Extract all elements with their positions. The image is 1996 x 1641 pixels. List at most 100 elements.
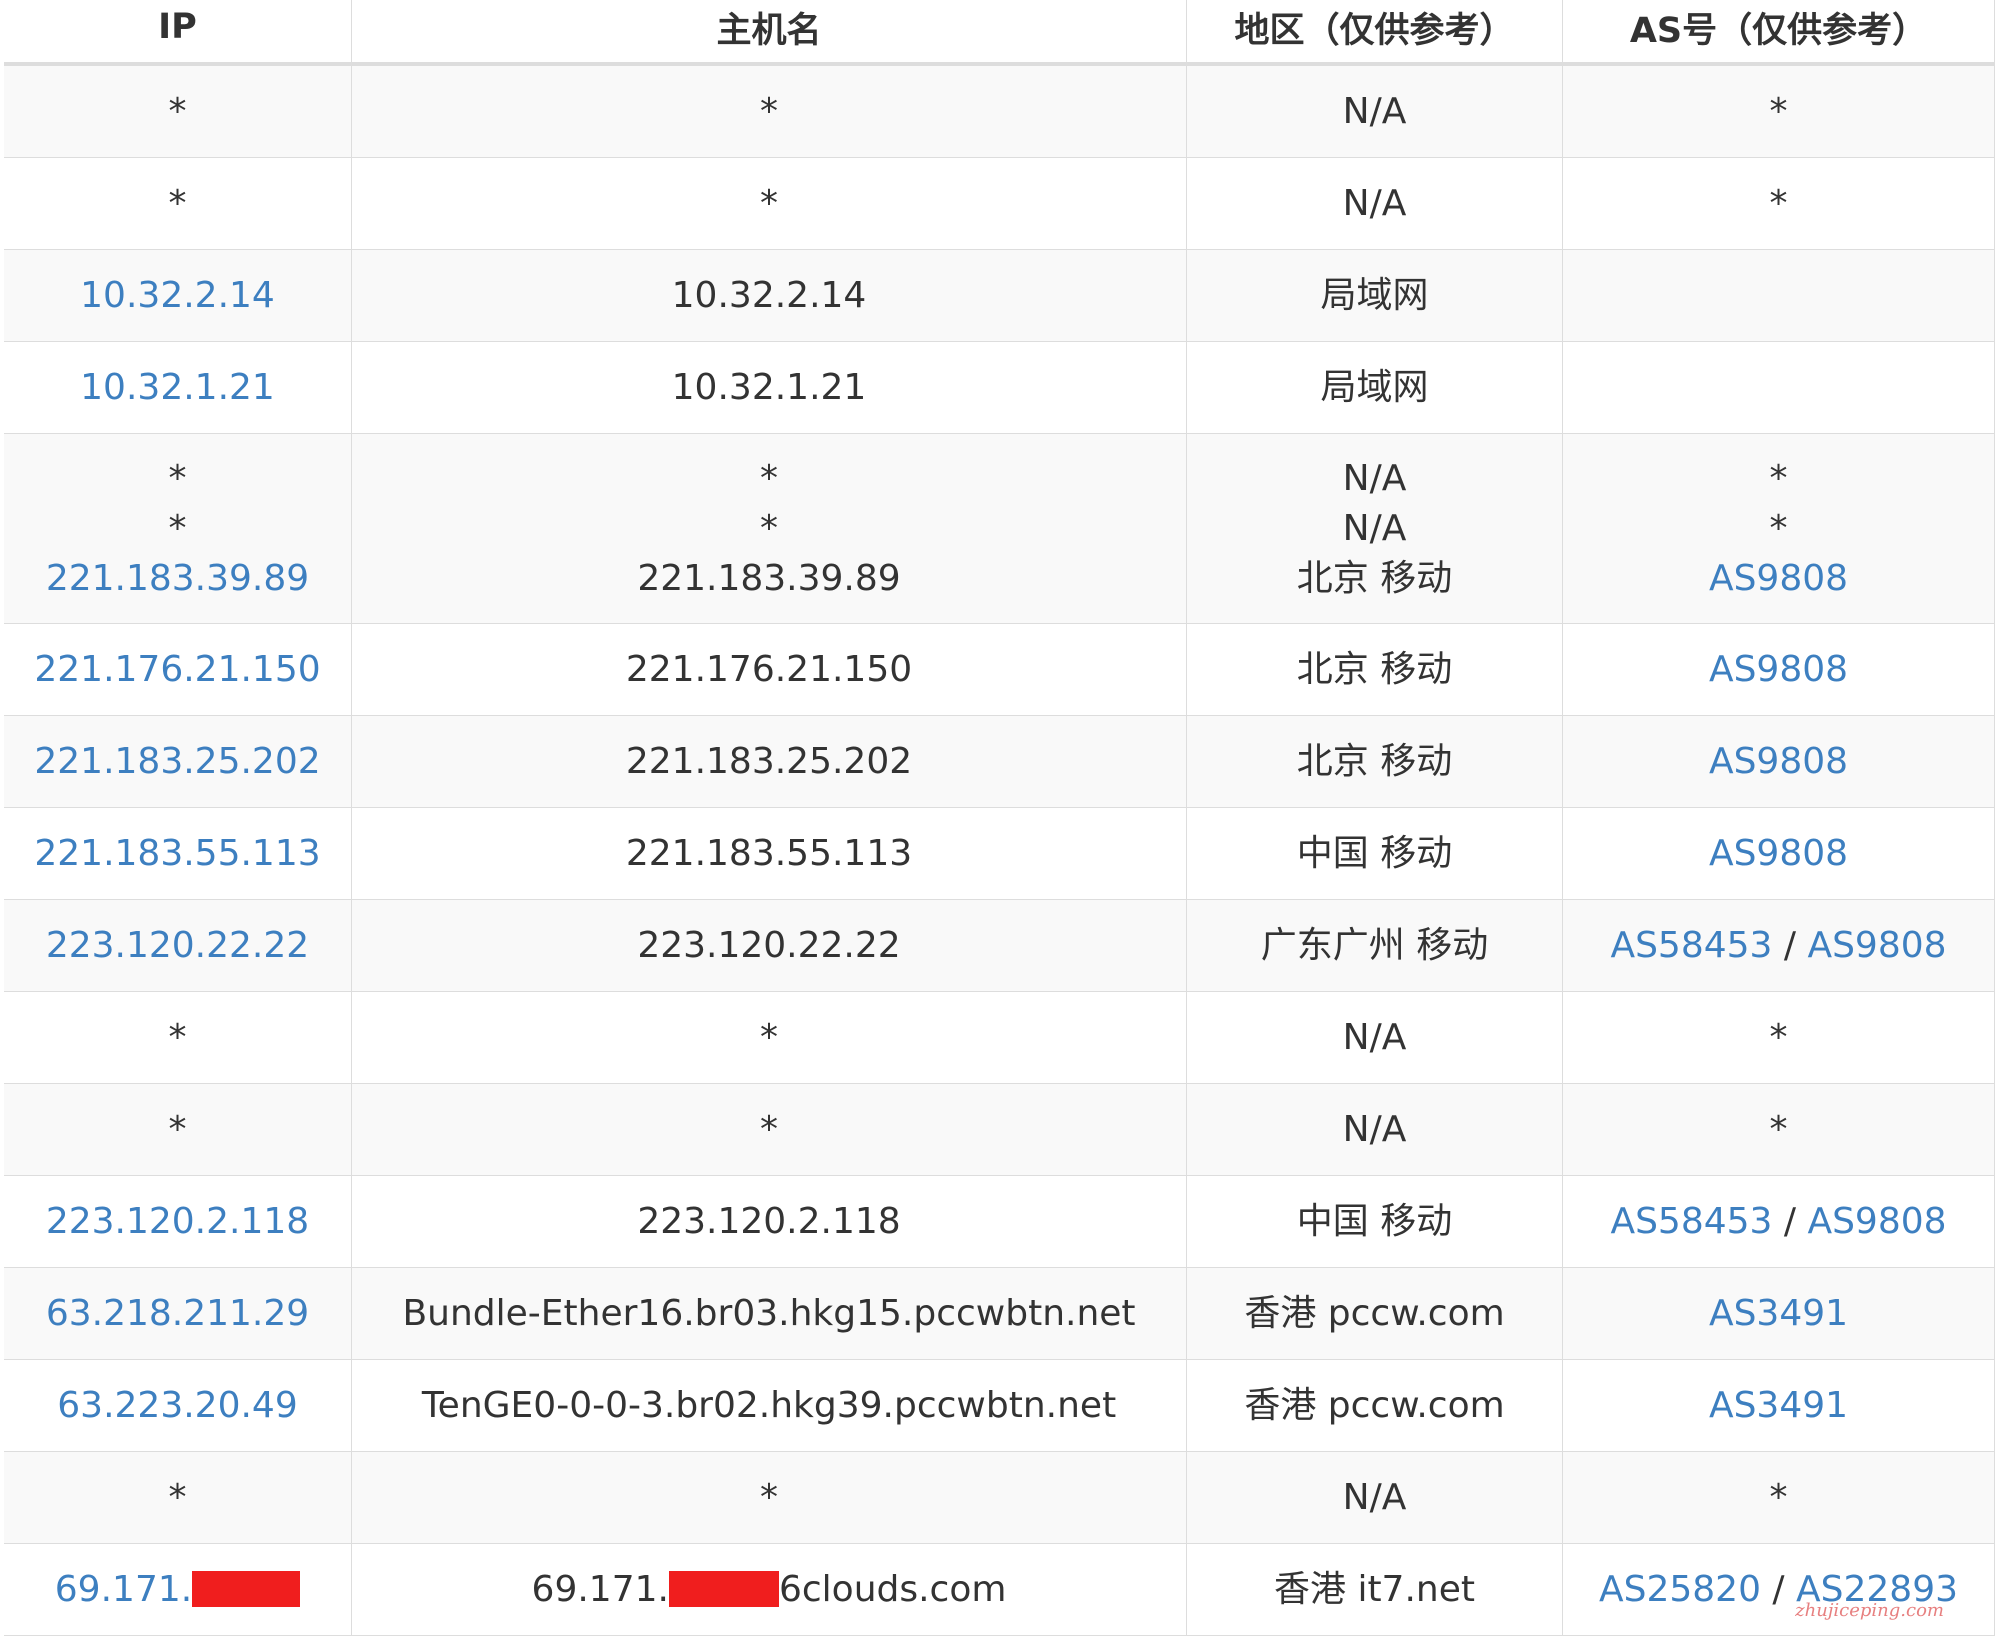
as-link[interactable]: AS9808 xyxy=(1709,833,1848,874)
as-number-cell: * xyxy=(1562,991,1995,1084)
ip-text: * xyxy=(168,90,187,132)
region-text: N/A xyxy=(1342,182,1407,224)
table-row: * * N/A * xyxy=(4,1083,1995,1176)
as-line: AS9808 xyxy=(1564,554,1994,604)
ip-link[interactable]: 221.183.39.89 xyxy=(4,554,351,604)
table-row: * * N/A * xyxy=(4,991,1995,1084)
as-line: * xyxy=(1564,1473,1994,1523)
ip-text: * xyxy=(168,457,187,499)
region-text: 局域网 xyxy=(1320,274,1429,316)
as-line: AS25820 / AS22893 xyxy=(1564,1565,1994,1615)
region-text: 局域网 xyxy=(1320,366,1429,408)
as-separator: / xyxy=(1772,1200,1808,1242)
as-link[interactable]: AS3491 xyxy=(1709,1385,1848,1426)
as-line: AS9808 xyxy=(1564,645,1994,695)
ip-cell: 223.120.22.22 xyxy=(4,899,352,992)
hostname-cell: 69.171. 6clouds.com xyxy=(351,1543,1187,1636)
ip-link[interactable]: 10.32.1.21 xyxy=(4,363,351,413)
as-link[interactable]: AS58453 xyxy=(1610,925,1772,966)
as-line: AS58453 / AS9808 xyxy=(1564,1197,1994,1247)
ip-cell: 63.218.211.29 xyxy=(4,1267,352,1360)
traceroute-table: IP 主机名 地区（仅供参考） AS号（仅供参考） * * N/A * * * N/A * 10… xyxy=(4,0,1995,1636)
table-row: 10.32.2.14 10.32.2.14 局域网 xyxy=(4,249,1995,342)
ip-text: * xyxy=(168,1476,187,1518)
hostname-text: 221.183.25.202 xyxy=(625,740,913,782)
table-header-row: IP 主机名 地区（仅供参考） AS号（仅供参考） xyxy=(4,0,1995,66)
ip-link[interactable]: 10.32.2.14 xyxy=(4,271,351,321)
ip-link[interactable]: 221.183.25.202 xyxy=(4,737,351,787)
header-region: 地区（仅供参考） xyxy=(1186,0,1563,66)
ip-link[interactable]: 63.218.211.29 xyxy=(4,1289,351,1339)
table-row: 221.176.21.150 221.176.21.150 北京 移动 AS9808 xyxy=(4,623,1995,716)
as-text: * xyxy=(1769,457,1788,499)
region-cell: 中国 移动 xyxy=(1186,807,1563,900)
region-cell: 广东广州 移动 xyxy=(1186,899,1563,992)
ip-cell: 221.176.21.150 xyxy=(4,623,352,716)
hostname-cell: * xyxy=(351,157,1187,250)
hostname-cell: * xyxy=(351,1083,1187,1176)
hostname-cell: 221.183.25.202 xyxy=(351,715,1187,808)
as-number-cell: AS9808 xyxy=(1562,715,1995,808)
region-cell: N/A xyxy=(1186,991,1563,1084)
hostname-cell: 223.120.2.118 xyxy=(351,1175,1187,1268)
as-link[interactable]: AS9808 xyxy=(1709,741,1848,782)
as-link[interactable]: AS25820 xyxy=(1599,1569,1761,1610)
ip-link[interactable]: 221.176.21.150 xyxy=(4,645,351,695)
region-cell: 北京 移动 xyxy=(1186,623,1563,716)
as-number-cell: * xyxy=(1562,63,1995,158)
region-cell: 香港 pccw.com xyxy=(1186,1267,1563,1360)
region-text: 北京 移动 xyxy=(1296,740,1453,782)
region-text: N/A xyxy=(1342,1108,1407,1150)
hostname-cell: Bundle-Ether16.br03.hkg15.pccwbtn.net xyxy=(351,1267,1187,1360)
ip-text: * xyxy=(168,1108,187,1150)
ip-cell: 10.32.2.14 xyxy=(4,249,352,342)
table-row: * * N/A * xyxy=(4,157,1995,250)
as-number-cell: AS58453 / AS9808 xyxy=(1562,1175,1995,1268)
as-link[interactable]: AS9808 xyxy=(1709,558,1848,599)
ip-link[interactable]: 69.171. xyxy=(55,1569,192,1610)
as-line: AS3491 xyxy=(1564,1289,1994,1339)
as-separator: / xyxy=(1772,924,1808,966)
region-text: N/A xyxy=(1342,1016,1407,1058)
region-cell: 香港 it7.net xyxy=(1186,1543,1563,1636)
as-link[interactable]: AS22893 xyxy=(1796,1569,1958,1610)
header-hostname: 主机名 xyxy=(351,0,1187,66)
hostname-cell: 221.183.55.113 xyxy=(351,807,1187,900)
hostname-text: * xyxy=(760,1016,778,1058)
as-link[interactable]: AS58453 xyxy=(1610,1201,1772,1242)
as-line xyxy=(1564,271,1994,321)
ip-cell: 10.32.1.21 xyxy=(4,341,352,434)
hostname-cell: TenGE0-0-0-3.br02.hkg39.pccwbtn.net xyxy=(351,1359,1187,1452)
as-link[interactable]: AS9808 xyxy=(1709,649,1848,690)
as-link[interactable]: AS9808 xyxy=(1807,1201,1946,1242)
as-link[interactable]: AS9808 xyxy=(1807,925,1946,966)
table-row: 63.218.211.29 Bundle-Ether16.br03.hkg15.p… xyxy=(4,1267,1995,1360)
ip-link[interactable]: 223.120.22.22 xyxy=(4,921,351,971)
table-row: * * 221.183.39.89 * * 221.183.39.89 N/A N/A 北京 移… xyxy=(4,433,1995,624)
hostname-text: * xyxy=(760,457,778,499)
ip-link[interactable]: 63.223.20.49 xyxy=(4,1381,351,1431)
table-row: 69.171. 69.171. 6clouds.com 香港 it7.net AS258… xyxy=(4,1543,1995,1636)
hostname-cell: * * 221.183.39.89 xyxy=(351,433,1187,624)
as-line: * xyxy=(1564,179,1994,229)
as-line: AS9808 xyxy=(1564,829,1994,879)
table-row: 221.183.55.113 221.183.55.113 中国 移动 AS9808 xyxy=(4,807,1995,900)
ip-text: * xyxy=(168,182,187,224)
as-text: * xyxy=(1769,1016,1788,1058)
as-line: * xyxy=(1564,454,1994,504)
region-text: N/A xyxy=(1342,1476,1407,1518)
hostname-text: * xyxy=(760,507,778,549)
as-text: * xyxy=(1769,90,1788,132)
header-ip: IP xyxy=(4,0,352,66)
region-text: 中国 移动 xyxy=(1296,1200,1453,1242)
hostname-text: * xyxy=(760,90,778,132)
region-text: 北京 移动 xyxy=(1296,648,1453,690)
ip-link[interactable]: 223.120.2.118 xyxy=(4,1197,351,1247)
as-link[interactable]: AS3491 xyxy=(1709,1293,1848,1334)
ip-link[interactable]: 221.183.55.113 xyxy=(4,829,351,879)
region-cell: N/A xyxy=(1186,157,1563,250)
ip-cell: * xyxy=(4,1083,352,1176)
as-number-cell: AS3491 xyxy=(1562,1267,1995,1360)
hostname-cell: 10.32.1.21 xyxy=(351,341,1187,434)
ip-cell: 223.120.2.118 xyxy=(4,1175,352,1268)
